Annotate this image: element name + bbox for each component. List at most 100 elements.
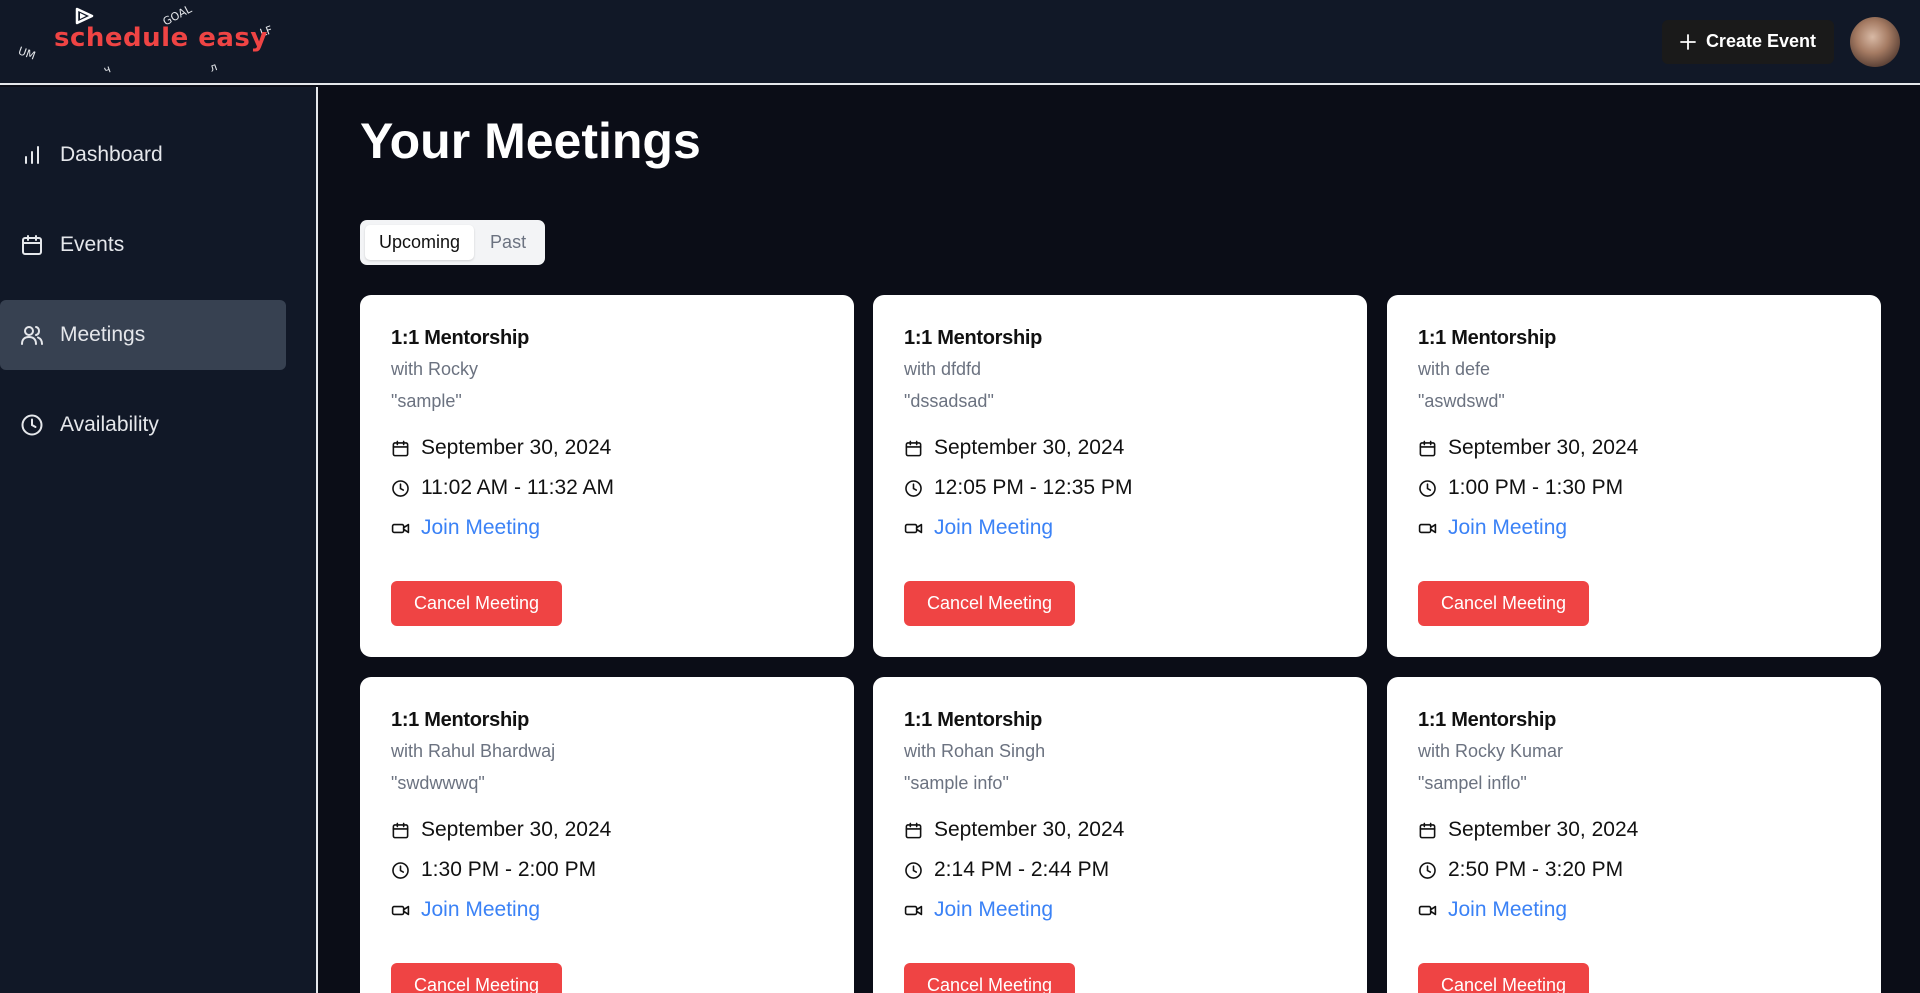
clock-icon — [1419, 861, 1436, 879]
tab-upcoming[interactable]: Upcoming — [365, 225, 475, 260]
meeting-card: 1:1 Mentorship with Rocky Kumar "sampel … — [1387, 677, 1881, 993]
meeting-note: "dssadsad" — [904, 391, 994, 411]
meeting-join-row: Join Meeting — [904, 516, 1053, 540]
logo-text: schedule easy — [54, 23, 268, 53]
sidebar: Dashboard Events Meetings Availability — [0, 87, 318, 993]
cancel-meeting-button[interactable]: Cancel Meeting — [391, 581, 562, 626]
users-icon — [21, 326, 43, 345]
video-icon — [391, 523, 410, 533]
top-header: GOAL UM LF ч л schedule easy Create Even… — [0, 0, 1920, 85]
logo-fragment: ч — [101, 62, 113, 77]
header-actions: Create Event — [1661, 16, 1900, 67]
tab-past[interactable]: Past — [476, 225, 540, 260]
meeting-date-row: September 30, 2024 — [1418, 436, 1638, 460]
meeting-time: 2:50 PM - 3:20 PM — [1448, 858, 1624, 881]
meeting-date-row: September 30, 2024 — [1418, 818, 1638, 842]
meeting-join-row: Join Meeting — [391, 898, 540, 922]
meeting-date: September 30, 2024 — [1448, 818, 1639, 841]
clock-icon — [392, 479, 409, 497]
cancel-meeting-button[interactable]: Cancel Meeting — [391, 963, 562, 993]
meeting-join-row: Join Meeting — [1418, 516, 1567, 540]
clock-icon — [392, 861, 409, 879]
cancel-meeting-button[interactable]: Cancel Meeting — [1418, 581, 1589, 626]
meeting-time-row: 12:05 PM - 12:35 PM — [904, 476, 1132, 500]
cancel-meeting-button[interactable]: Cancel Meeting — [904, 963, 1075, 993]
meeting-card: 1:1 Mentorship with Rahul Bhardwaj "swdw… — [360, 677, 854, 993]
meeting-time: 11:02 AM - 11:32 AM — [421, 476, 614, 499]
logo-fragment: л — [207, 60, 220, 75]
sidebar-item-label: Dashboard — [60, 143, 163, 166]
plus-icon — [1680, 33, 1696, 50]
video-icon — [391, 905, 410, 915]
sidebar-item-availability[interactable]: Availability — [0, 390, 286, 460]
video-icon — [904, 905, 923, 915]
meeting-title: 1:1 Mentorship — [904, 709, 1043, 731]
meeting-join-row: Join Meeting — [391, 516, 540, 540]
meeting-attendee: with Rohan Singh — [904, 741, 1046, 761]
meeting-time: 1:00 PM - 1:30 PM — [1448, 476, 1624, 499]
meeting-note: "aswdswd" — [1418, 391, 1505, 411]
meeting-attendee: with dfdfd — [904, 359, 982, 379]
user-avatar[interactable] — [1850, 16, 1900, 67]
meeting-note: "sample info" — [904, 773, 1009, 793]
meeting-time-row: 1:00 PM - 1:30 PM — [1418, 476, 1623, 500]
meeting-date-row: September 30, 2024 — [391, 436, 611, 460]
cancel-meeting-button[interactable]: Cancel Meeting — [1418, 963, 1589, 993]
sidebar-item-meetings[interactable]: Meetings — [0, 300, 286, 370]
sidebar-item-dashboard[interactable]: Dashboard — [0, 120, 286, 190]
meeting-time-row: 11:02 AM - 11:32 AM — [391, 476, 614, 500]
meeting-note: "sample" — [391, 391, 462, 411]
clock-icon — [905, 479, 922, 497]
meeting-attendee: with Rocky — [391, 359, 479, 379]
clock-icon — [905, 861, 922, 879]
join-meeting-link[interactable]: Join Meeting — [1448, 516, 1567, 540]
sidebar-item-events[interactable]: Events — [0, 210, 286, 280]
meeting-date-row: September 30, 2024 — [904, 818, 1124, 842]
meeting-title: 1:1 Mentorship — [1418, 709, 1557, 731]
meeting-time: 2:14 PM - 2:44 PM — [934, 858, 1110, 881]
calendar-icon — [905, 440, 922, 456]
meeting-card: 1:1 Mentorship with Rocky "sample" Septe… — [360, 295, 854, 657]
create-event-button[interactable]: Create Event — [1661, 19, 1834, 64]
app-logo[interactable]: GOAL UM LF ч л schedule easy — [0, 0, 300, 84]
video-icon — [1418, 523, 1437, 533]
bar-chart-icon — [25, 146, 39, 164]
meeting-title: 1:1 Mentorship — [391, 327, 530, 349]
logo-fragment: UM — [16, 44, 38, 63]
join-meeting-link[interactable]: Join Meeting — [934, 898, 1053, 922]
cancel-meeting-button[interactable]: Cancel Meeting — [904, 581, 1075, 626]
sidebar-item-label: Availability — [60, 413, 159, 436]
meeting-date-row: September 30, 2024 — [904, 436, 1124, 460]
meeting-title: 1:1 Mentorship — [1418, 327, 1557, 349]
page-title: Your Meetings — [360, 113, 701, 169]
meetings-tabs: Upcoming Past — [360, 220, 546, 265]
join-meeting-link[interactable]: Join Meeting — [421, 898, 540, 922]
join-meeting-link[interactable]: Join Meeting — [934, 516, 1053, 540]
meeting-title: 1:1 Mentorship — [904, 327, 1043, 349]
calendar-icon — [1419, 440, 1436, 456]
sidebar-item-label: Meetings — [60, 323, 146, 346]
meeting-join-row: Join Meeting — [904, 898, 1053, 922]
join-meeting-link[interactable]: Join Meeting — [1448, 898, 1567, 922]
meeting-date: September 30, 2024 — [934, 818, 1125, 841]
meeting-attendee: with Rahul Bhardwaj — [391, 741, 556, 761]
video-icon — [1418, 905, 1437, 915]
meeting-title: 1:1 Mentorship — [391, 709, 530, 731]
meeting-attendee: with defe — [1418, 359, 1491, 379]
calendar-icon — [392, 822, 409, 838]
meeting-card: 1:1 Mentorship with defe "aswdswd" Septe… — [1387, 295, 1881, 657]
meeting-attendee: with Rocky Kumar — [1418, 741, 1564, 761]
join-meeting-link[interactable]: Join Meeting — [421, 516, 540, 540]
calendar-icon — [1419, 822, 1436, 838]
meeting-card: 1:1 Mentorship with Rohan Singh "sample … — [873, 677, 1367, 993]
sidebar-item-label: Events — [60, 233, 125, 256]
calendar-icon — [392, 440, 409, 456]
create-event-label: Create Event — [1705, 31, 1816, 51]
meeting-date: September 30, 2024 — [1448, 436, 1639, 459]
calendar-icon — [22, 235, 42, 255]
meeting-date: September 30, 2024 — [421, 436, 612, 459]
meeting-date: September 30, 2024 — [421, 818, 612, 841]
clock-icon — [1419, 479, 1436, 497]
meeting-time-row: 2:14 PM - 2:44 PM — [904, 858, 1109, 882]
meeting-card: 1:1 Mentorship with dfdfd "dssadsad" Sep… — [873, 295, 1367, 657]
